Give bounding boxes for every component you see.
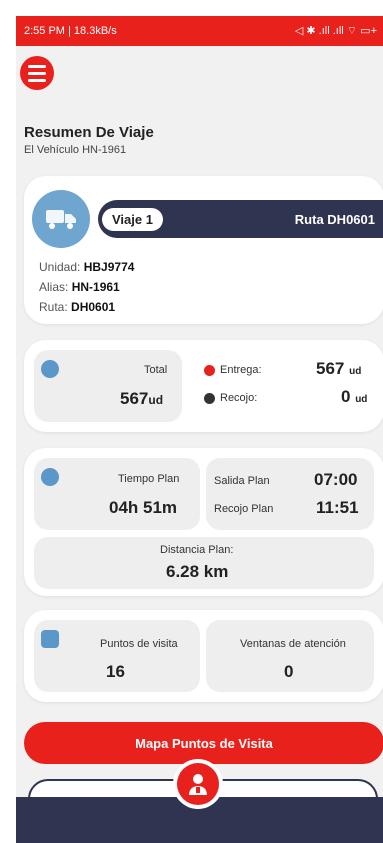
alias-label: Alias: <box>39 280 69 294</box>
phone-screen: 2:55 PM | 18.3kB/s ◁ ✱ .ıll .ıll ⌔ ▭+ Re… <box>16 16 383 843</box>
distancia-label: Distancia Plan: <box>160 544 234 556</box>
entrega-label: Entrega: <box>220 364 262 376</box>
up-arrow-icon <box>204 392 215 404</box>
unit-value: HBJ9774 <box>83 260 135 274</box>
recojo-plan-value: 11:51 <box>316 498 359 517</box>
ventanas-value: 0 <box>284 662 294 681</box>
route-value: DH0601 <box>71 300 116 314</box>
status-icons: ◁ ✱ .ıll .ıll ⌔ ▭+ <box>294 25 377 37</box>
puntos-label: Puntos de visita <box>100 638 178 650</box>
menu-line-icon <box>28 71 46 75</box>
puntos-value: 16 <box>106 662 125 681</box>
down-arrow-icon <box>204 364 215 376</box>
status-bar: 2:55 PM | 18.3kB/s ◁ ✱ .ıll .ıll ⌔ ▭+ <box>16 16 383 46</box>
recojo-plan-label: Recojo Plan <box>214 503 274 515</box>
map-visit-points-button[interactable]: Mapa Puntos de Visita <box>24 722 383 764</box>
status-time: 2:55 PM | 18.3kB/s <box>24 25 117 37</box>
calendar-icon <box>41 630 59 648</box>
entrega-row: Entrega: <box>204 364 262 376</box>
recojo-label: Recojo: <box>220 392 258 404</box>
recojo-number: 0 <box>341 387 351 406</box>
trip-pill[interactable]: Viaje 1 <box>102 207 163 231</box>
distancia-value: 6.28 km <box>166 562 229 581</box>
recojo-value: 0 ud <box>341 387 367 407</box>
total-value: 567ud <box>120 389 163 409</box>
route-row: Ruta: DH0601 <box>39 300 115 314</box>
tiempo-value: 04h 51m <box>109 498 178 517</box>
alias-value: HN-1961 <box>71 280 120 294</box>
salida-box <box>206 458 374 530</box>
driver-profile-button[interactable] <box>177 763 219 805</box>
unit-label: Unidad: <box>39 260 81 274</box>
box-icon <box>41 360 59 378</box>
total-unit: ud <box>148 393 164 407</box>
route-label: Ruta DH0601 <box>294 211 375 227</box>
menu-line-icon <box>28 78 46 82</box>
page-title: Resumen De Viaje <box>24 124 154 141</box>
salida-value: 07:00 <box>314 470 358 489</box>
unit-row: Unidad: HBJ9774 <box>39 260 134 274</box>
total-box <box>34 350 182 422</box>
menu-line-icon <box>28 64 46 68</box>
total-label: Total <box>144 364 168 376</box>
salida-label: Salida Plan <box>214 475 270 487</box>
route-key: Ruta: <box>39 300 68 314</box>
recojo-row: Recojo: <box>204 392 257 404</box>
truck-icon <box>32 190 90 248</box>
driver-icon <box>189 774 207 795</box>
alias-row: Alias: HN-1961 <box>39 280 120 294</box>
clock-icon <box>41 468 59 486</box>
tiempo-label: Tiempo Plan <box>118 473 180 485</box>
recojo-unit: ud <box>355 394 368 405</box>
total-number: 567 <box>120 389 149 408</box>
route-bar: Viaje 1 Ruta DH0601 <box>98 200 383 238</box>
hamburger-menu-button[interactable] <box>20 56 54 90</box>
entrega-number: 567 <box>316 359 345 378</box>
entrega-value: 567 ud <box>316 359 361 379</box>
page-subtitle: El Vehículo HN-1961 <box>24 144 127 156</box>
tiempo-box <box>34 458 200 530</box>
entrega-unit: ud <box>349 366 362 377</box>
ventanas-label: Ventanas de atención <box>240 638 346 650</box>
